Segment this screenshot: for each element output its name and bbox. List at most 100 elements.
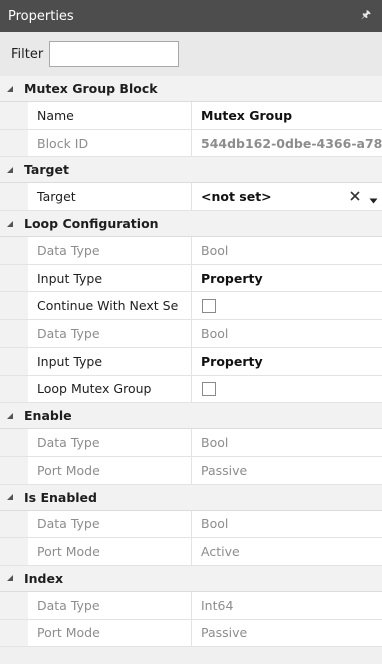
chevron-down-icon[interactable] <box>6 412 14 420</box>
property-name: Target <box>28 183 192 211</box>
row-gutter <box>0 237 28 264</box>
property-name: Data Type <box>28 237 192 264</box>
property-name: Port Mode <box>28 538 192 565</box>
row-gutter <box>0 510 28 538</box>
property-name: Port Mode <box>28 456 192 484</box>
checkbox[interactable] <box>202 298 216 313</box>
row-gutter <box>0 129 28 157</box>
property-value: Bool <box>192 510 382 538</box>
property-value-text: Passive <box>201 462 248 478</box>
category-header[interactable]: Index <box>0 565 382 592</box>
property-value-text: Passive <box>201 625 248 641</box>
row-gutter <box>0 347 28 375</box>
property-row[interactable]: Data Type Int64 <box>0 591 382 620</box>
category-title: Is Enabled <box>24 489 97 505</box>
property-value[interactable] <box>192 375 382 403</box>
property-name: Input Type <box>28 264 192 292</box>
property-row[interactable]: Port Mode Passive <box>0 456 382 485</box>
property-name: Continue With Next Se <box>28 292 192 320</box>
property-value-text: Property <box>201 270 263 286</box>
dropdown-arrow-icon[interactable] <box>369 192 378 204</box>
property-row[interactable]: Name Mutex Group <box>0 102 382 130</box>
filter-label: Filter <box>11 46 44 62</box>
property-value-text: Int64 <box>201 597 234 613</box>
property-name: Input Type <box>28 347 192 375</box>
property-name: Loop Mutex Group <box>28 375 192 403</box>
property-value: Bool <box>192 237 382 264</box>
property-value: Passive <box>192 456 382 484</box>
property-value: Bool <box>192 429 382 456</box>
row-gutter <box>0 292 28 320</box>
property-value-text: <not set> <box>201 189 272 205</box>
row-gutter <box>0 264 28 292</box>
category-title: Enable <box>24 408 72 424</box>
property-row[interactable]: Loop Mutex Group <box>0 375 382 404</box>
row-gutter <box>0 102 28 129</box>
category-header[interactable]: Mutex Group Block <box>0 76 382 102</box>
property-value-text: 544db162-0dbe-4366-a78b <box>201 135 382 151</box>
pin-icon[interactable]: 🖈 <box>360 8 372 22</box>
chevron-down-icon[interactable] <box>6 220 14 228</box>
category-title: Index <box>24 570 64 586</box>
property-row[interactable]: Input Type Property <box>0 347 382 376</box>
row-gutter <box>0 619 28 647</box>
property-name: Name <box>28 102 192 129</box>
panel-title: Properties <box>8 8 74 24</box>
category-header[interactable]: Is Enabled <box>0 484 382 511</box>
property-name: Block ID <box>28 129 192 157</box>
property-value-text: Bool <box>201 516 229 532</box>
property-value[interactable] <box>192 292 382 320</box>
row-gutter <box>0 591 28 619</box>
filter-bar: Filter <box>0 32 382 76</box>
property-row[interactable]: Data Type Bool <box>0 237 382 265</box>
property-name: Data Type <box>28 510 192 538</box>
property-row[interactable]: Target <not set> <box>0 183 382 212</box>
row-gutter <box>0 538 28 565</box>
property-value-text: Bool <box>201 435 229 451</box>
filter-input[interactable] <box>49 41 180 67</box>
property-name: Data Type <box>28 320 192 347</box>
property-value: 544db162-0dbe-4366-a78b <box>192 129 382 157</box>
property-value-text: Mutex Group <box>201 107 293 123</box>
chevron-down-icon[interactable] <box>6 493 14 501</box>
chevron-down-icon[interactable] <box>6 166 14 174</box>
property-name: Port Mode <box>28 619 192 647</box>
property-row[interactable]: Data Type Bool <box>0 429 382 457</box>
panel-titlebar: Properties 🖈 <box>0 0 382 32</box>
property-value[interactable]: Mutex Group <box>192 102 382 129</box>
property-row[interactable]: Port Mode Active <box>0 538 382 566</box>
category-title: Target <box>24 162 69 178</box>
category-title: Loop Configuration <box>24 216 159 232</box>
category-header[interactable]: Loop Configuration <box>0 211 382 238</box>
chevron-down-icon[interactable] <box>6 574 14 582</box>
property-value-text: Bool <box>201 242 229 258</box>
row-gutter <box>0 456 28 484</box>
row-gutter <box>0 375 28 403</box>
row-gutter <box>0 320 28 347</box>
property-grid: Mutex Group Block Name Mutex Group Block ID… <box>0 76 382 648</box>
property-row[interactable]: Data Type Bool <box>0 510 382 539</box>
properties-panel: Properties 🖈 Filter Mutex Group Block Nam… <box>0 0 382 664</box>
property-value-text: Active <box>201 544 240 560</box>
row-gutter <box>0 183 28 211</box>
property-row[interactable]: Data Type Bool <box>0 320 382 348</box>
property-row[interactable]: Input Type Property <box>0 264 382 293</box>
property-value: Bool <box>192 320 382 347</box>
category-header[interactable]: Enable <box>0 403 382 430</box>
property-row[interactable]: Port Mode Passive <box>0 619 382 648</box>
chevron-down-icon[interactable] <box>6 85 14 93</box>
property-value[interactable]: Property <box>192 347 382 375</box>
property-value-text: Property <box>201 353 263 369</box>
property-value: Passive <box>192 619 382 647</box>
property-row[interactable]: Continue With Next Se <box>0 292 382 321</box>
property-name: Data Type <box>28 591 192 619</box>
property-value[interactable]: Property <box>192 264 382 292</box>
close-icon[interactable] <box>348 189 362 203</box>
property-value[interactable]: <not set> <box>192 183 382 211</box>
property-value: Active <box>192 538 382 565</box>
property-name: Data Type <box>28 429 192 456</box>
property-value-text: Bool <box>201 325 229 341</box>
category-header[interactable]: Target <box>0 157 382 184</box>
checkbox[interactable] <box>202 381 216 396</box>
property-row[interactable]: Block ID 544db162-0dbe-4366-a78b <box>0 129 382 158</box>
